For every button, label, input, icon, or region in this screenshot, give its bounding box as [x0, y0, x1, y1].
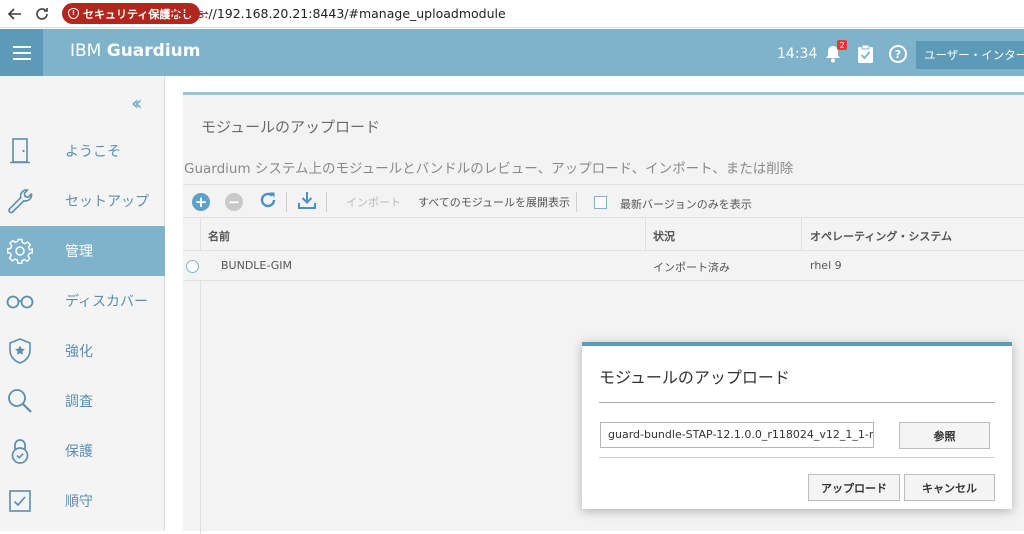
- gear-icon: [6, 237, 34, 265]
- import-button[interactable]: インポート: [346, 191, 401, 213]
- expand-all-modules-button[interactable]: すべてのモジュールを展開表示: [418, 191, 570, 213]
- door-icon: [6, 137, 34, 165]
- dialog-title: モジュールのアップロード: [599, 368, 790, 387]
- cell-os: rhel 9: [810, 259, 842, 272]
- refresh-button[interactable]: [259, 191, 277, 213]
- url-scheme: https:: [172, 6, 209, 21]
- toolbar-divider: [286, 192, 287, 212]
- app-header: IBM Guardium 14:34 2 ? ユーザー・インター: [0, 29, 1024, 76]
- back-arrow-icon[interactable]: [5, 4, 25, 24]
- url-rest: //192.168.20.21:8443/#manage_uploadmodul…: [208, 6, 506, 21]
- sidebar-item-label: セットアップ: [65, 194, 149, 210]
- import-label: インポート: [346, 196, 401, 209]
- sidebar-item-label: ようこそ: [65, 144, 121, 160]
- add-module-button[interactable]: +: [192, 191, 210, 213]
- cell-status: インポート済み: [653, 261, 730, 274]
- module-toolbar: + − インポート すべてのモジュールを展開表示 最新バージョンのみを表示: [183, 184, 1024, 218]
- hamburger-menu-icon[interactable]: [0, 29, 43, 76]
- page-title: モジュールのアップロード: [201, 118, 380, 136]
- sidebar-item-welcome[interactable]: ようこそ: [0, 126, 165, 176]
- minus-icon: −: [225, 193, 243, 211]
- dialog-divider: [599, 457, 995, 458]
- sidebar-item-label: 保護: [65, 444, 93, 460]
- download-button[interactable]: [297, 191, 317, 213]
- sidebar-item-protect[interactable]: 保護: [0, 426, 165, 476]
- sidebar-item-label: 順守: [65, 494, 93, 510]
- plus-icon: +: [192, 193, 210, 211]
- clipboard-check-icon[interactable]: [857, 44, 874, 64]
- brand-product: Guardium: [106, 41, 201, 61]
- table-header: 名前 状況 オペレーティング・システム: [183, 218, 1024, 251]
- table-row[interactable]: BUNDLE-GIM インポート済み rhel 9: [183, 251, 1024, 281]
- wrench-icon: [6, 187, 34, 215]
- browser-address-bar: ! セキュリティ保護なし https://192.168.20.21:8443/…: [0, 0, 1024, 28]
- binoculars-icon: [6, 287, 34, 315]
- reload-icon[interactable]: [32, 4, 52, 24]
- lock-icon: [6, 437, 34, 465]
- latest-version-only-checkbox[interactable]: [594, 191, 607, 213]
- cell-name: BUNDLE-GIM: [221, 259, 293, 272]
- column-header-name[interactable]: 名前: [208, 228, 230, 244]
- sidebar-item-manage[interactable]: 管理: [0, 226, 165, 276]
- sidebar-item-setup[interactable]: セットアップ: [0, 176, 165, 226]
- notification-count-badge: 2: [837, 40, 847, 50]
- checkbox-icon: [6, 487, 34, 515]
- page-description: Guardium システム上のモジュールとバンドルのレビュー、アップロード、イン…: [184, 161, 794, 177]
- checkbox: [594, 195, 607, 209]
- magnifier-icon: [6, 387, 34, 415]
- sidebar: ‹‹ ようこそ セットアップ 管理 ディスカバー 強化 調査 保護 順守: [0, 76, 165, 531]
- cancel-button[interactable]: キャンセル: [904, 474, 995, 501]
- sidebar-item-discover[interactable]: ディスカバー: [0, 276, 165, 326]
- latest-version-only-option: 最新バージョンのみを表示: [620, 193, 752, 215]
- latest-version-only-label: 最新バージョンのみを表示: [620, 198, 752, 211]
- refresh-icon: [259, 191, 277, 213]
- sidebar-item-investigate[interactable]: 調査: [0, 376, 165, 426]
- sidebar-item-label: 強化: [65, 344, 93, 360]
- warning-icon: !: [68, 8, 79, 19]
- brand-logo: IBM Guardium: [70, 41, 200, 61]
- toolbar-divider: [326, 192, 327, 212]
- collapse-sidebar-icon[interactable]: ‹‹: [131, 91, 143, 115]
- help-icon[interactable]: ?: [889, 45, 907, 63]
- row-select-radio[interactable]: [186, 260, 199, 273]
- download-icon: [297, 190, 317, 214]
- url-field[interactable]: https://192.168.20.21:8443/#manage_uploa…: [172, 6, 506, 21]
- sidebar-item-harden[interactable]: 強化: [0, 326, 165, 376]
- shield-star-icon: [6, 337, 34, 365]
- column-header-status[interactable]: 状況: [653, 228, 675, 244]
- brand-ibm: IBM: [70, 41, 102, 61]
- clock: 14:34: [777, 46, 818, 62]
- browse-button[interactable]: 参照: [899, 422, 990, 449]
- remove-module-button[interactable]: −: [225, 191, 243, 213]
- sidebar-item-label: 調査: [65, 394, 93, 410]
- upload-module-dialog: モジュールのアップロード guard-bundle-STAP-12.1.0.0_…: [582, 342, 1012, 509]
- column-header-os[interactable]: オペレーティング・システム: [810, 228, 952, 244]
- upload-button[interactable]: アップロード: [808, 474, 900, 501]
- sidebar-item-label: ディスカバー: [65, 294, 149, 310]
- sidebar-item-label: 管理: [65, 244, 93, 260]
- user-interface-button[interactable]: ユーザー・インター: [916, 41, 1024, 69]
- sidebar-item-comply[interactable]: 順守: [0, 476, 165, 526]
- expand-all-label: すべてのモジュールを展開表示: [418, 196, 571, 209]
- toolbar-divider: [576, 192, 577, 212]
- dialog-divider: [599, 402, 995, 403]
- file-path-field[interactable]: guard-bundle-STAP-12.1.0.0_r118024_v12_1…: [600, 422, 874, 448]
